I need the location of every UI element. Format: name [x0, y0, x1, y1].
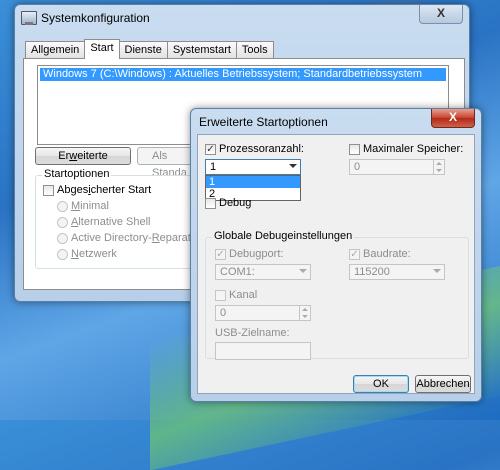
- radio-minimal[interactable]: [57, 201, 68, 212]
- boot-options-title: Startoptionen: [42, 168, 112, 180]
- spin-up-icon: [436, 162, 442, 165]
- radio-ad-repair-label: Active Directory-Reparatur: [71, 232, 201, 244]
- tab-allgemein[interactable]: Allgemein: [25, 41, 86, 58]
- tab-tools[interactable]: Tools: [235, 41, 274, 58]
- usb-target-label: USB-Zielname:: [215, 327, 290, 339]
- radio-alternative-shell-label: Alternative Shell: [71, 216, 151, 228]
- max-memory-checkbox[interactable]: [349, 144, 360, 155]
- spin-down-icon: [436, 169, 442, 172]
- radio-network-label: Netzwerk: [71, 248, 117, 260]
- channel-input[interactable]: 0: [215, 305, 311, 321]
- debug-checkbox[interactable]: [205, 198, 216, 209]
- processor-count-select[interactable]: 1: [205, 159, 301, 175]
- debug-label: Debug: [219, 197, 252, 209]
- dialog-titlebar[interactable]: Erweiterte Startoptionen X: [191, 109, 481, 135]
- usb-target-input[interactable]: [215, 342, 311, 360]
- max-memory-spinner[interactable]: [433, 160, 444, 174]
- processor-count-label: Prozessoranzahl:: [219, 143, 304, 155]
- tab-dienste[interactable]: Dienste: [118, 41, 168, 58]
- spin-down-icon: [302, 315, 308, 318]
- chevron-down-icon: [289, 164, 297, 168]
- debug-settings-title: Globale Debugeinstellungen: [212, 230, 355, 242]
- debug-port-select[interactable]: COM1:: [215, 264, 311, 280]
- channel-label: Kanal: [229, 289, 258, 301]
- channel-spinner[interactable]: [299, 306, 310, 320]
- channel-value: 0: [220, 307, 227, 319]
- main-window-title: Systemkonfiguration: [41, 11, 150, 25]
- max-memory-value: 0: [354, 161, 361, 173]
- baud-rate-select[interactable]: 115200: [349, 264, 445, 280]
- baud-rate-checkbox[interactable]: ✓: [349, 249, 360, 260]
- chevron-down-icon: [299, 269, 307, 273]
- channel-checkbox[interactable]: [215, 290, 226, 301]
- tab-strip: Allgemein Start Dienste Systemstart Tool…: [25, 39, 274, 59]
- chevron-down-icon: [433, 269, 441, 273]
- ok-button[interactable]: OK: [353, 375, 409, 393]
- advanced-boot-options-dialog: Erweiterte Startoptionen X ✓ Prozessoran…: [190, 108, 482, 402]
- close-icon[interactable]: X: [431, 109, 475, 128]
- dialog-title: Erweiterte Startoptionen: [199, 115, 328, 129]
- spin-up-icon: [302, 308, 308, 311]
- processor-count-checkbox[interactable]: ✓: [205, 144, 216, 155]
- max-memory-label: Maximaler Speicher:: [363, 143, 464, 155]
- baud-rate-label: Baudrate:: [363, 248, 411, 260]
- safe-boot-checkbox[interactable]: [43, 185, 54, 196]
- system-config-icon: [21, 11, 37, 25]
- processor-count-value: 1: [210, 161, 217, 173]
- radio-alternative-shell[interactable]: [57, 217, 68, 228]
- debug-port-value: COM1:: [220, 266, 255, 278]
- safe-boot-label: Abgesicherter Start: [57, 184, 152, 196]
- radio-network[interactable]: [57, 249, 68, 260]
- baud-rate-value: 115200: [354, 266, 390, 278]
- radio-ad-repair[interactable]: [57, 233, 68, 244]
- cancel-button[interactable]: Abbrechen: [415, 375, 471, 393]
- debug-port-checkbox[interactable]: ✓: [215, 249, 226, 260]
- close-icon[interactable]: X: [419, 5, 463, 24]
- advanced-options-button[interactable]: Erweiterte Optionen...: [35, 147, 131, 179]
- debug-port-label: Debugport:: [229, 248, 284, 260]
- tab-start[interactable]: Start: [84, 39, 120, 59]
- main-titlebar[interactable]: Systemkonfiguration X: [15, 5, 469, 31]
- dropdown-option-1[interactable]: 1: [206, 176, 300, 188]
- max-memory-input[interactable]: 0: [349, 159, 445, 175]
- tab-systemstart[interactable]: Systemstart: [166, 41, 237, 58]
- radio-minimal-label: Minimal: [71, 200, 109, 212]
- list-item[interactable]: Windows 7 (C:\Windows) : Aktuelles Betri…: [40, 68, 446, 81]
